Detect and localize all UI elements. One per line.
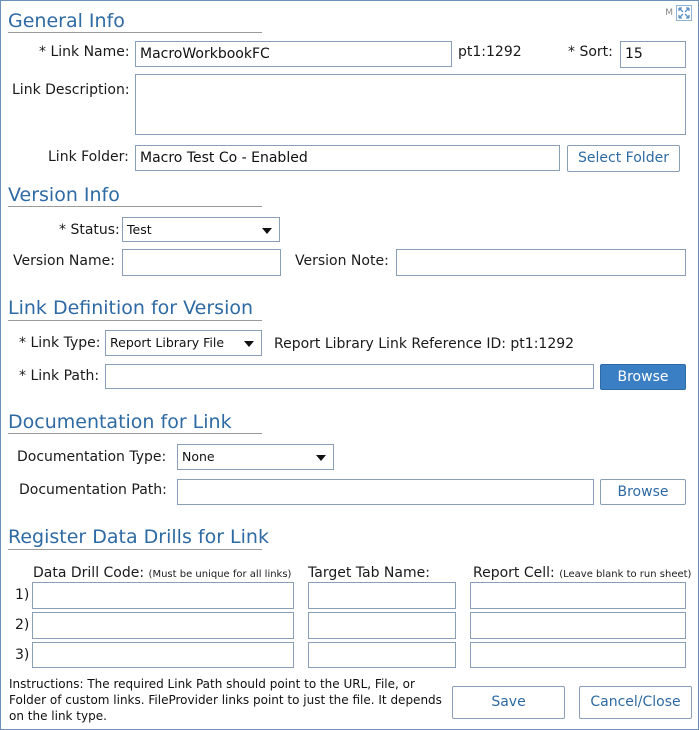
drill-code-input[interactable] [32,582,294,609]
instructions-text: Instructions: The required Link Path sho… [9,677,442,723]
link-path-label: * Link Path: [19,368,100,384]
version-note-label: Version Note: [295,253,389,269]
link-path-browse-button[interactable]: Browse [600,364,686,390]
sort-label: * Sort: [568,44,613,60]
link-folder-input[interactable]: Macro Test Co - Enabled [135,145,560,171]
status-label: * Status: [59,222,120,238]
drill-row-number: 2) [15,617,30,633]
chevron-down-icon [262,228,272,234]
documentation-path-input[interactable] [177,479,594,505]
link-ref-id: pt1:1292 [458,44,522,60]
status-select-value: Test [127,222,152,237]
sort-input[interactable]: 15 [620,41,686,68]
documentation-browse-button[interactable]: Browse [600,479,686,505]
version-name-input[interactable] [122,249,281,276]
link-type-select[interactable]: Report Library File [105,330,262,356]
general-info-title: General Info [8,10,125,32]
report-cell-label: Report Cell: [473,565,555,581]
version-name-label: Version Name: [13,253,115,269]
documentation-type-label: Documentation Type: [17,449,167,465]
link-name-input[interactable]: MacroWorkbookFC [135,41,452,67]
data-drill-code-label: Data Drill Code: [33,565,145,581]
status-select[interactable]: Test [122,217,280,242]
expand-icon[interactable] [676,5,692,25]
report-cell-note: (Leave blank to run sheet) [559,569,692,580]
select-folder-button[interactable]: Select Folder [567,145,680,172]
link-type-label: * Link Type: [19,335,101,351]
link-editor-dialog: M General Info * Link Name: MacroWorkboo… [0,0,699,730]
link-description-textarea[interactable] [135,74,686,135]
corner-controls: M [665,5,692,25]
documentation-type-select[interactable]: None [177,444,334,470]
link-reference-text: Report Library Link Reference ID: pt1:12… [274,336,575,352]
data-drill-code-note: (Must be unique for all links) [148,569,292,580]
documentation-type-select-value: None [182,449,215,464]
drill-target-tab-input[interactable] [308,612,456,639]
chevron-down-icon [316,455,326,461]
version-info-title: Version Info [8,184,120,206]
drill-report-cell-input[interactable] [470,642,686,668]
link-definition-title: Link Definition for Version [8,297,254,319]
drill-row-number: 1) [15,587,30,603]
drill-row-number: 3) [15,647,30,663]
link-description-label: Link Description: [12,82,130,98]
link-type-select-value: Report Library File [110,335,225,350]
documentation-title: Documentation for Link [8,411,232,433]
drill-code-input[interactable] [32,642,294,668]
version-note-input[interactable] [396,249,686,276]
link-path-input[interactable] [105,364,594,389]
mode-indicator: M [665,8,673,18]
target-tab-header: Target Tab Name: [308,565,430,581]
link-definition-divider [8,320,262,321]
save-button[interactable]: Save [452,686,565,719]
report-cell-header: Report Cell: (Leave blank to run sheet) [473,565,691,581]
version-info-divider [8,206,262,207]
data-drills-divider [8,549,262,550]
documentation-divider [8,433,262,434]
documentation-path-label: Documentation Path: [19,482,167,498]
drill-report-cell-input[interactable] [470,582,686,609]
chevron-down-icon [244,341,254,347]
drill-target-tab-input[interactable] [308,642,456,668]
drill-code-input[interactable] [32,612,294,639]
general-info-divider [8,32,262,33]
cancel-close-button[interactable]: Cancel/Close [579,686,692,719]
data-drill-code-header: Data Drill Code: (Must be unique for all… [33,565,291,581]
link-folder-label: Link Folder: [48,149,129,165]
link-name-label: * Link Name: [39,44,130,60]
drill-report-cell-input[interactable] [470,612,686,639]
drill-target-tab-input[interactable] [308,582,456,609]
data-drills-title: Register Data Drills for Link [8,526,269,548]
